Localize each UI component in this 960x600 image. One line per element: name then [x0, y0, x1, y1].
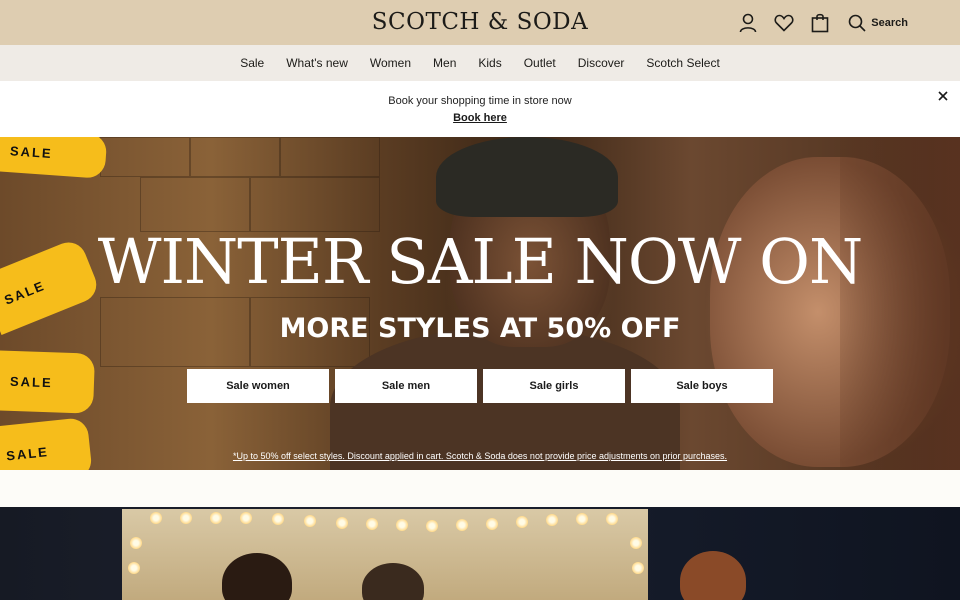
- nav-item-scotch-select[interactable]: Scotch Select: [635, 56, 730, 70]
- sale-tag: SALE: [0, 137, 108, 179]
- brick-decoration: [140, 177, 250, 232]
- promo-banner: Book your shopping time in store now Boo…: [0, 81, 960, 137]
- search-button[interactable]: Search: [848, 14, 908, 32]
- light-bulb-decoration: [210, 512, 222, 524]
- light-bulb-decoration: [516, 516, 528, 528]
- light-bulb-decoration: [486, 518, 498, 530]
- nav-item-whats-new[interactable]: What's new: [275, 56, 359, 70]
- model-image: [840, 137, 960, 470]
- brick-decoration: [190, 137, 280, 177]
- search-icon: [848, 14, 866, 32]
- book-here-link[interactable]: Book here: [0, 112, 960, 124]
- light-bulb-decoration: [606, 513, 618, 525]
- light-bulb-decoration: [128, 562, 140, 574]
- sale-tag: SALE: [0, 416, 93, 470]
- model-image: [680, 551, 746, 600]
- site-header: SCOTCH & SODA Search: [0, 0, 960, 45]
- secondary-hero-image[interactable]: [0, 507, 960, 600]
- nav-item-kids[interactable]: Kids: [467, 56, 512, 70]
- sale-boys-button[interactable]: Sale boys: [631, 369, 773, 403]
- model-image: [436, 137, 618, 217]
- close-icon[interactable]: [934, 87, 952, 105]
- header-actions: Search: [730, 10, 908, 36]
- brick-decoration: [280, 137, 380, 177]
- light-bulb-decoration: [150, 512, 162, 524]
- light-bulb-decoration: [632, 562, 644, 574]
- light-bulb-decoration: [576, 513, 588, 525]
- light-bulb-decoration: [456, 519, 468, 531]
- light-bulb-decoration: [180, 512, 192, 524]
- main-navigation: Sale What's new Women Men Kids Outlet Di…: [0, 45, 960, 81]
- hero-title: WINTER SALE NOW ON: [97, 225, 863, 298]
- nav-item-men[interactable]: Men: [422, 56, 467, 70]
- account-icon[interactable]: [730, 10, 766, 36]
- sale-disclaimer-link[interactable]: *Up to 50% off select styles. Discount a…: [0, 451, 960, 461]
- promo-text: Book your shopping time in store now: [388, 95, 572, 107]
- light-bulb-decoration: [304, 515, 316, 527]
- section-spacer: [0, 470, 960, 507]
- light-bulb-decoration: [130, 537, 142, 549]
- sale-girls-button[interactable]: Sale girls: [483, 369, 625, 403]
- light-bulb-decoration: [630, 537, 642, 549]
- sale-women-button[interactable]: Sale women: [187, 369, 329, 403]
- shopping-bag-icon[interactable]: [802, 10, 838, 36]
- brick-decoration: [100, 137, 190, 177]
- hero-banner[interactable]: SALE SALE SALE SALE WINTER SALE NOW ON M…: [0, 137, 960, 470]
- light-bulb-decoration: [336, 517, 348, 529]
- brick-decoration: [250, 177, 380, 232]
- light-bulb-decoration: [396, 519, 408, 531]
- sale-men-button[interactable]: Sale men: [335, 369, 477, 403]
- light-bulb-decoration: [426, 520, 438, 532]
- nav-item-discover[interactable]: Discover: [567, 56, 636, 70]
- hero-cta-group: Sale women Sale men Sale girls Sale boys: [187, 369, 773, 403]
- nav-item-sale[interactable]: Sale: [229, 56, 275, 70]
- search-label: Search: [871, 17, 908, 29]
- light-bulb-decoration: [366, 518, 378, 530]
- sale-tag: SALE: [0, 350, 96, 414]
- nav-item-women[interactable]: Women: [359, 56, 422, 70]
- light-bulb-decoration: [272, 513, 284, 525]
- wishlist-heart-icon[interactable]: [766, 10, 802, 36]
- nav-item-outlet[interactable]: Outlet: [513, 56, 567, 70]
- light-bulb-decoration: [240, 512, 252, 524]
- light-bulb-decoration: [546, 514, 558, 526]
- hero-subtitle: MORE STYLES AT 50% OFF: [279, 313, 681, 344]
